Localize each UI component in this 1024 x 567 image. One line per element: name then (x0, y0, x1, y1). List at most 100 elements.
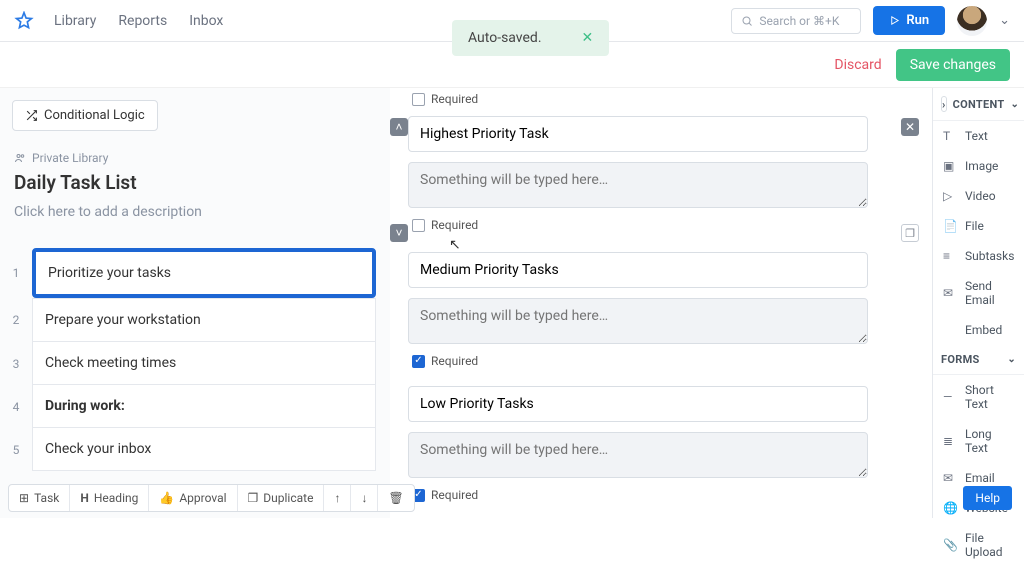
description-placeholder[interactable]: Click here to add a description (14, 204, 376, 220)
item-icon: ≡ (943, 249, 957, 263)
panel-item-text[interactable]: TText (933, 121, 1024, 151)
step-row[interactable]: 1Prioritize your tasks (0, 248, 390, 298)
add-task-button[interactable]: ⊞Task (9, 485, 70, 511)
item-label: Email (965, 471, 995, 485)
item-icon: ▷ (943, 189, 957, 203)
panel-item-long-text[interactable]: ≣ Long Text (933, 419, 1024, 463)
panel-item-send-email[interactable]: ✉Send Email (933, 271, 1024, 315)
field-textarea[interactable] (408, 298, 868, 344)
required-checkbox[interactable] (412, 355, 425, 368)
field-low: Required (408, 386, 914, 502)
search-icon (741, 15, 753, 27)
step-row[interactable]: 4During work: (0, 385, 390, 428)
add-approval-button[interactable]: 👍Approval (149, 485, 237, 511)
move-up-icon[interactable]: ˄ (390, 118, 408, 136)
item-icon: ▣ (943, 159, 957, 173)
content-header[interactable]: › CONTENT ⌄ (933, 88, 1024, 121)
discard-button[interactable]: Discard (834, 57, 881, 73)
field-textarea[interactable] (408, 432, 868, 478)
panel-item-file[interactable]: 📄 File (933, 211, 1024, 241)
step-number: 4 (0, 385, 32, 428)
delete-button[interactable]: 🗑 (378, 485, 413, 511)
panel-item-file-upload[interactable]: 📎 File Upload (933, 523, 1024, 567)
item-icon: 🌐 (943, 501, 957, 515)
item-label: Video (965, 189, 996, 203)
run-label: Run (906, 13, 929, 28)
step-row[interactable]: 2Prepare your workstation (0, 298, 390, 342)
item-icon: ≣ (943, 434, 957, 448)
users-icon (14, 152, 26, 164)
add-heading-button[interactable]: HHeading (70, 485, 149, 511)
trash-icon: 🗑 (388, 491, 403, 505)
item-icon: 📄 (943, 219, 957, 233)
item-label: File (965, 219, 984, 233)
private-library[interactable]: Private Library (14, 151, 376, 165)
forms-header[interactable]: FORMS ⌄ (933, 345, 1024, 375)
private-label: Private Library (32, 151, 108, 165)
main-nav: Library Reports Inbox (54, 13, 223, 29)
field-title-input[interactable] (408, 116, 868, 152)
panel-item-embed[interactable]: Embed (933, 315, 1024, 345)
right-panel: › CONTENT ⌄ TText ▣ Image ▷ Video 📄 File ≡Subta… (932, 88, 1024, 518)
required-checkbox[interactable] (412, 93, 425, 106)
move-down-icon[interactable]: ˅ (390, 224, 408, 242)
save-button[interactable]: Save changes (896, 49, 1010, 81)
duplicate-button[interactable]: ❐Duplicate (238, 485, 325, 511)
panel-item-short-text[interactable]: — Short Text (933, 375, 1024, 419)
step-row[interactable]: 3Check meeting times (0, 342, 390, 385)
chevron-down-icon[interactable]: ⌄ (999, 13, 1010, 28)
conditional-logic-label: Conditional Logic (44, 108, 145, 123)
move-down-button[interactable]: ↓ (351, 485, 378, 511)
item-label: Embed (965, 323, 1002, 337)
panel-item-image[interactable]: ▣ Image (933, 151, 1024, 181)
nav-library[interactable]: Library (54, 13, 96, 29)
forms-header-label: FORMS (941, 353, 980, 366)
item-icon: ✉ (943, 471, 957, 485)
panel-item-subtasks[interactable]: ≡Subtasks (933, 241, 1024, 271)
conditional-logic-button[interactable]: Conditional Logic (12, 100, 158, 131)
thumbs-up-icon: 👍 (159, 491, 174, 505)
search-placeholder: Search or ⌘+K (759, 14, 839, 28)
field-title-input[interactable] (408, 386, 868, 422)
run-button[interactable]: Run (873, 6, 945, 35)
help-button[interactable]: Help (963, 486, 1012, 510)
toast-close-icon[interactable]: ✕ (582, 30, 594, 46)
item-icon (943, 323, 957, 337)
nav-reports[interactable]: Reports (118, 13, 167, 29)
panel-item-video[interactable]: ▷ Video (933, 181, 1024, 211)
close-icon[interactable]: ✕ (901, 118, 919, 136)
item-label: Send Email (965, 279, 1014, 307)
item-label: Image (965, 159, 998, 173)
item-icon: — (943, 390, 957, 404)
step-label: Check meeting times (32, 342, 376, 385)
item-icon: 📎 (943, 538, 957, 552)
step-label: Prepare your workstation (32, 298, 376, 342)
move-up-button[interactable]: ↑ (324, 485, 351, 511)
item-label: Short Text (965, 383, 1014, 411)
avatar[interactable] (957, 6, 987, 36)
copy-icon: ❐ (248, 491, 259, 505)
chevron-down-icon: ⌄ (1007, 354, 1016, 365)
duplicate-icon[interactable]: ❐ (901, 224, 919, 242)
required-checkbox[interactable] (412, 219, 425, 232)
shuffle-icon (25, 109, 38, 122)
search-input[interactable]: Search or ⌘+K (731, 8, 861, 34)
field-medium: Required (408, 252, 914, 368)
logo-icon (14, 11, 34, 31)
play-icon (889, 15, 900, 26)
plus-box-icon: ⊞ (19, 491, 29, 505)
step-label: Prioritize your tasks (32, 248, 376, 298)
step-row[interactable]: 5Check your inbox (0, 428, 390, 471)
item-label: Long Text (965, 427, 1014, 455)
field-title-input[interactable] (408, 252, 868, 288)
collapse-icon[interactable]: › (941, 96, 947, 112)
item-icon: T (943, 129, 957, 143)
step-number: 5 (0, 428, 32, 471)
toast-text: Auto-saved. (468, 30, 542, 46)
nav-inbox[interactable]: Inbox (189, 13, 223, 29)
item-label: File Upload (965, 531, 1014, 559)
field-textarea[interactable] (408, 162, 868, 208)
page-title[interactable]: Daily Task List (14, 171, 376, 194)
step-number: 1 (0, 248, 32, 298)
cursor-icon: ↖ (449, 237, 461, 253)
